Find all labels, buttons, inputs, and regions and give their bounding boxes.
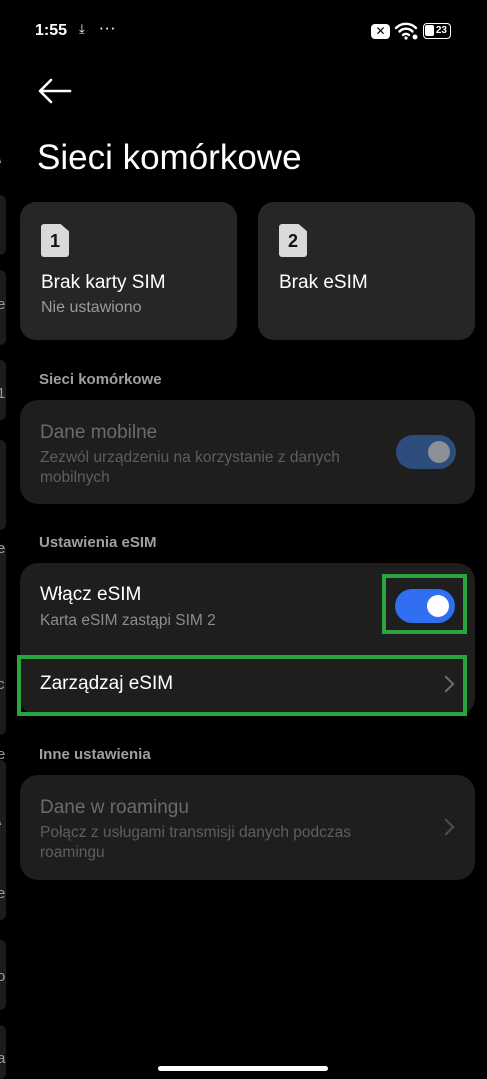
no-sim-icon: ✕ xyxy=(371,24,390,39)
section-title-esim-settings: Ustawienia eSIM xyxy=(39,534,157,551)
sim-card-status: Nie ustawiono xyxy=(41,299,142,316)
enable-esim-title: Włącz eSIM xyxy=(40,584,142,605)
mobile-data-subtitle: Zezwól urządzeniu na korzystanie z danyc… xyxy=(40,449,340,486)
sim-card-name: Brak karty SIM xyxy=(41,272,166,293)
sim-slot-icon: 1 xyxy=(41,224,69,257)
mobile-data-toggle[interactable] xyxy=(396,435,456,469)
sim-card-name: Brak eSIM xyxy=(279,272,368,293)
roaming-subtitle: Połącz z usługami transmisji danych podc… xyxy=(40,824,351,861)
page-title: Sieci komórkowe xyxy=(37,138,302,177)
highlight-box-manage-esim xyxy=(17,655,467,716)
background-glyph: e xyxy=(0,885,6,902)
mobile-data-row[interactable]: Dane mobilne Zezwól urządzeniu na korzys… xyxy=(20,400,475,504)
sim-slot-icon: 2 xyxy=(279,224,307,257)
background-glyph: a xyxy=(0,1050,6,1067)
home-indicator[interactable] xyxy=(158,1066,328,1071)
download-icon: ⤓ xyxy=(79,22,85,37)
roaming-title: Dane w roamingu xyxy=(40,797,189,818)
sim-card-2[interactable]: 2 Brak eSIM xyxy=(258,202,475,340)
background-glyph: o xyxy=(0,968,6,985)
status-time: 1:55 xyxy=(35,22,68,39)
section-title-other-settings: Inne ustawienia xyxy=(39,746,151,763)
background-glyph: e xyxy=(0,540,6,557)
background-glyph: e xyxy=(0,296,6,313)
sim-card-1[interactable]: 1 Brak karty SIM Nie ustawiono xyxy=(20,202,237,340)
background-glyph: \ xyxy=(0,812,1,829)
battery-level: 23 xyxy=(435,25,447,36)
roaming-row[interactable]: Dane w roamingu Połącz z usługami transm… xyxy=(20,775,475,880)
back-arrow-icon[interactable] xyxy=(38,78,72,104)
background-glyph: e xyxy=(0,746,6,763)
background-glyph: c xyxy=(0,676,5,693)
battery-icon: 23 xyxy=(423,23,451,39)
chevron-right-icon xyxy=(437,818,455,836)
background-glyph: 1 xyxy=(0,385,6,402)
more-notifications-icon: ··· xyxy=(99,20,117,38)
mobile-data-title: Dane mobilne xyxy=(40,422,158,443)
status-bar: 1:55 ⤓ ··· ✕ 23 xyxy=(0,0,487,60)
enable-esim-subtitle: Karta eSIM zastąpi SIM 2 xyxy=(40,612,216,629)
highlight-box-toggle xyxy=(382,574,467,634)
background-glyph: I xyxy=(0,464,1,481)
wifi-icon xyxy=(394,22,418,40)
background-glyph: \ xyxy=(0,150,1,167)
section-title-mobile-networks: Sieci komórkowe xyxy=(39,371,162,388)
